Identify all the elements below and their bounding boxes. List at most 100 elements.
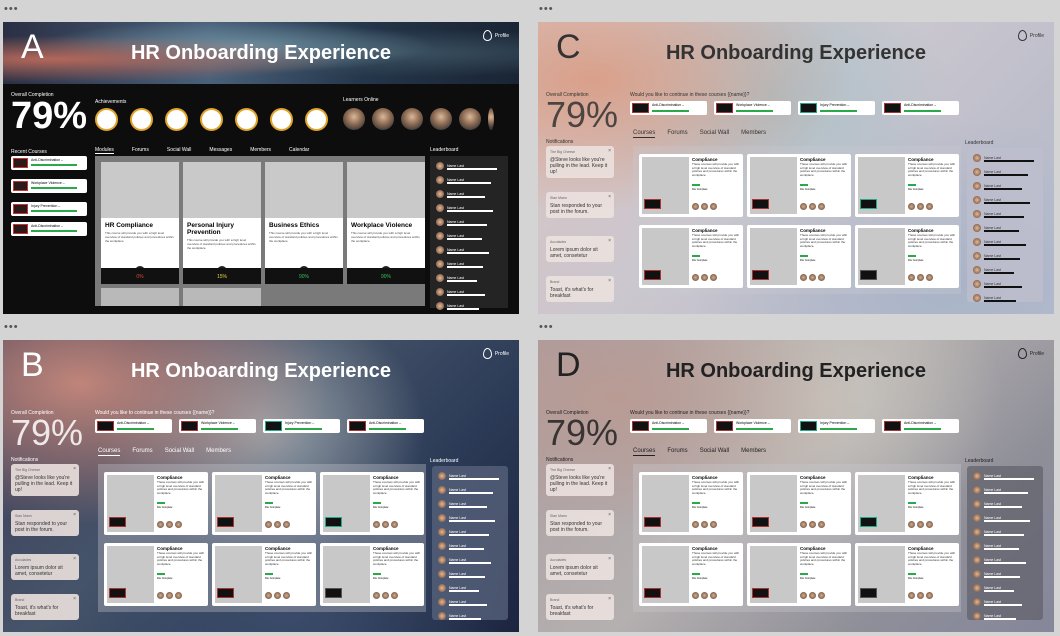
notification-card[interactable]: × Brand Toast, it's what's for breakfast [546, 276, 614, 302]
leaderboard-row[interactable]: Name Last [973, 486, 1028, 494]
course-card[interactable]: Compliance These courses will provide you… [855, 225, 959, 288]
leaderboard-row[interactable]: Name Last [438, 542, 484, 550]
course-card[interactable]: Compliance These courses will provide you… [212, 543, 316, 606]
notification-card[interactable]: × The Big Cheese @Steve looks like you're … [11, 464, 79, 496]
leaderboard-row[interactable]: Name Last [438, 570, 485, 578]
achievement-badge[interactable] [270, 108, 293, 131]
course-card[interactable]: Compliance These courses will provide you… [747, 154, 851, 217]
module-card[interactable]: Personal Injury Prevention This course wi… [183, 162, 261, 284]
leaderboard-row[interactable]: Name Last [973, 584, 1014, 592]
notification-card[interactable]: × Brand Toast, it's what's for breakfast [546, 594, 614, 620]
achievement-badge[interactable] [130, 108, 153, 131]
leaderboard-row[interactable]: Name Last [436, 218, 487, 226]
profile-button[interactable]: Profile [482, 30, 509, 41]
leaderboard-row[interactable]: Name Last [973, 598, 1022, 606]
course-card[interactable]: Compliance These courses will provide you… [855, 472, 959, 535]
leaderboard-row[interactable]: Name Last [438, 598, 487, 606]
tab-members[interactable]: Members [741, 130, 766, 138]
tab-messages[interactable]: Messages [209, 147, 232, 154]
course-card[interactable]: Compliance These courses will provide you… [639, 472, 743, 535]
tab-calendar[interactable]: Calendar [289, 147, 309, 154]
close-icon[interactable]: × [608, 278, 611, 284]
achievement-badge[interactable] [165, 108, 188, 131]
close-icon[interactable]: × [608, 512, 611, 518]
recent-course-item[interactable]: Workplace Violence – [11, 179, 87, 193]
leaderboard-row[interactable]: Name Last [973, 294, 1016, 302]
module-card[interactable]: Business Ethics This course will provide … [265, 162, 343, 284]
continue-course-card[interactable]: Injury Prevention – [798, 419, 875, 433]
leaderboard-row[interactable]: Name Last [436, 260, 483, 268]
leaderboard-row[interactable]: Name Last [973, 612, 1016, 620]
course-card[interactable]: Compliance These courses will provide you… [639, 154, 743, 217]
continue-course-card[interactable]: Injury Prevention – [263, 419, 340, 433]
tab-courses[interactable]: Courses [98, 448, 121, 456]
tab-social-wall[interactable]: Social Wall [700, 130, 729, 138]
continue-course-card[interactable]: Anti-Discrimination – [95, 419, 172, 433]
course-card[interactable]: Compliance These courses will provide you… [855, 154, 959, 217]
tab-modules[interactable]: Modules [95, 147, 114, 154]
close-icon[interactable]: × [608, 556, 611, 562]
recent-course-item[interactable]: Anti-Discrimination – [11, 222, 87, 236]
leaderboard-row[interactable]: Name Last [973, 280, 1022, 288]
tab-forums[interactable]: Forums [667, 448, 687, 456]
leaderboard-row[interactable]: Name Last [973, 570, 1020, 578]
leaderboard-row[interactable]: Name Last [436, 190, 485, 198]
leaderboard-row[interactable]: Name Last [973, 266, 1014, 274]
course-card[interactable]: Compliance These courses will provide you… [747, 472, 851, 535]
close-icon[interactable]: × [608, 466, 611, 472]
course-card[interactable]: Compliance These courses will provide you… [747, 543, 851, 606]
tab-social-wall[interactable]: Social Wall [167, 147, 192, 154]
course-card[interactable]: Compliance These courses will provide you… [747, 225, 851, 288]
tab-members[interactable]: Members [741, 448, 766, 456]
achievement-badge[interactable] [235, 108, 258, 131]
recent-course-item[interactable]: Anti-Discrimination – [11, 156, 87, 170]
close-icon[interactable]: × [73, 466, 76, 472]
close-icon[interactable]: × [608, 596, 611, 602]
leaderboard-row[interactable]: Name Last [973, 500, 1022, 508]
achievement-badge[interactable] [305, 108, 328, 131]
module-card[interactable]: Workplace Violence This course will provi… [347, 162, 425, 284]
leaderboard-row[interactable]: Name Last [436, 204, 493, 212]
continue-course-card[interactable]: Anti-Discrimination – [882, 101, 959, 115]
avatar[interactable] [372, 108, 394, 130]
notification-card[interactable]: × The Big Cheese @Steve looks like you're … [546, 464, 614, 496]
tab-members[interactable]: Members [250, 147, 271, 154]
leaderboard-row[interactable]: Name Last [973, 238, 1026, 246]
continue-course-card[interactable]: Injury Prevention – [798, 101, 875, 115]
leaderboard-row[interactable]: Name Last [973, 252, 1020, 260]
profile-button[interactable]: Profile [1017, 348, 1044, 359]
leaderboard-row[interactable]: Name Last [973, 154, 1034, 162]
leaderboard-row[interactable]: Name Last [438, 584, 479, 592]
notification-card[interactable]: × Brand Toast, it's what's for breakfast [11, 594, 79, 620]
avatar[interactable] [488, 108, 494, 130]
tab-forums[interactable]: Forums [667, 130, 687, 138]
tab-social-wall[interactable]: Social Wall [165, 448, 194, 456]
leaderboard-row[interactable]: Name Last [973, 528, 1024, 536]
leaderboard-row[interactable]: Name Last [973, 514, 1030, 522]
leaderboard-row[interactable]: Name Last [438, 612, 481, 620]
avatar[interactable] [343, 108, 365, 130]
continue-course-card[interactable]: Anti-Discrimination – [347, 419, 424, 433]
leaderboard-row[interactable]: Name Last [436, 176, 491, 184]
module-card[interactable]: HR Compliance This course will provide yo… [101, 162, 179, 284]
leaderboard-row[interactable]: Name Last [973, 224, 1019, 232]
leaderboard-row[interactable]: Name Last [436, 162, 497, 170]
leaderboard-row[interactable]: Name Last [973, 472, 1034, 480]
continue-course-card[interactable]: Workplace Violence – [714, 419, 791, 433]
leaderboard-row[interactable]: Name Last [436, 274, 477, 282]
continue-course-card[interactable]: Workplace Violence – [714, 101, 791, 115]
leaderboard-row[interactable]: Name Last [438, 486, 493, 494]
leaderboard-row[interactable]: Name Last [973, 196, 1030, 204]
close-icon[interactable]: × [73, 512, 76, 518]
tab-members[interactable]: Members [206, 448, 231, 456]
continue-course-card[interactable]: Workplace Violence – [179, 419, 256, 433]
avatar[interactable] [401, 108, 423, 130]
course-card[interactable]: Compliance These courses will provide you… [104, 472, 208, 535]
achievement-badge[interactable] [95, 108, 118, 131]
course-card[interactable]: Compliance These courses will provide you… [320, 472, 424, 535]
leaderboard-row[interactable]: Name Last [438, 528, 489, 536]
leaderboard-row[interactable]: Name Last [436, 232, 482, 240]
avatar[interactable] [430, 108, 452, 130]
profile-button[interactable]: Profile [1017, 30, 1044, 41]
leaderboard-row[interactable]: Name Last [438, 472, 499, 480]
